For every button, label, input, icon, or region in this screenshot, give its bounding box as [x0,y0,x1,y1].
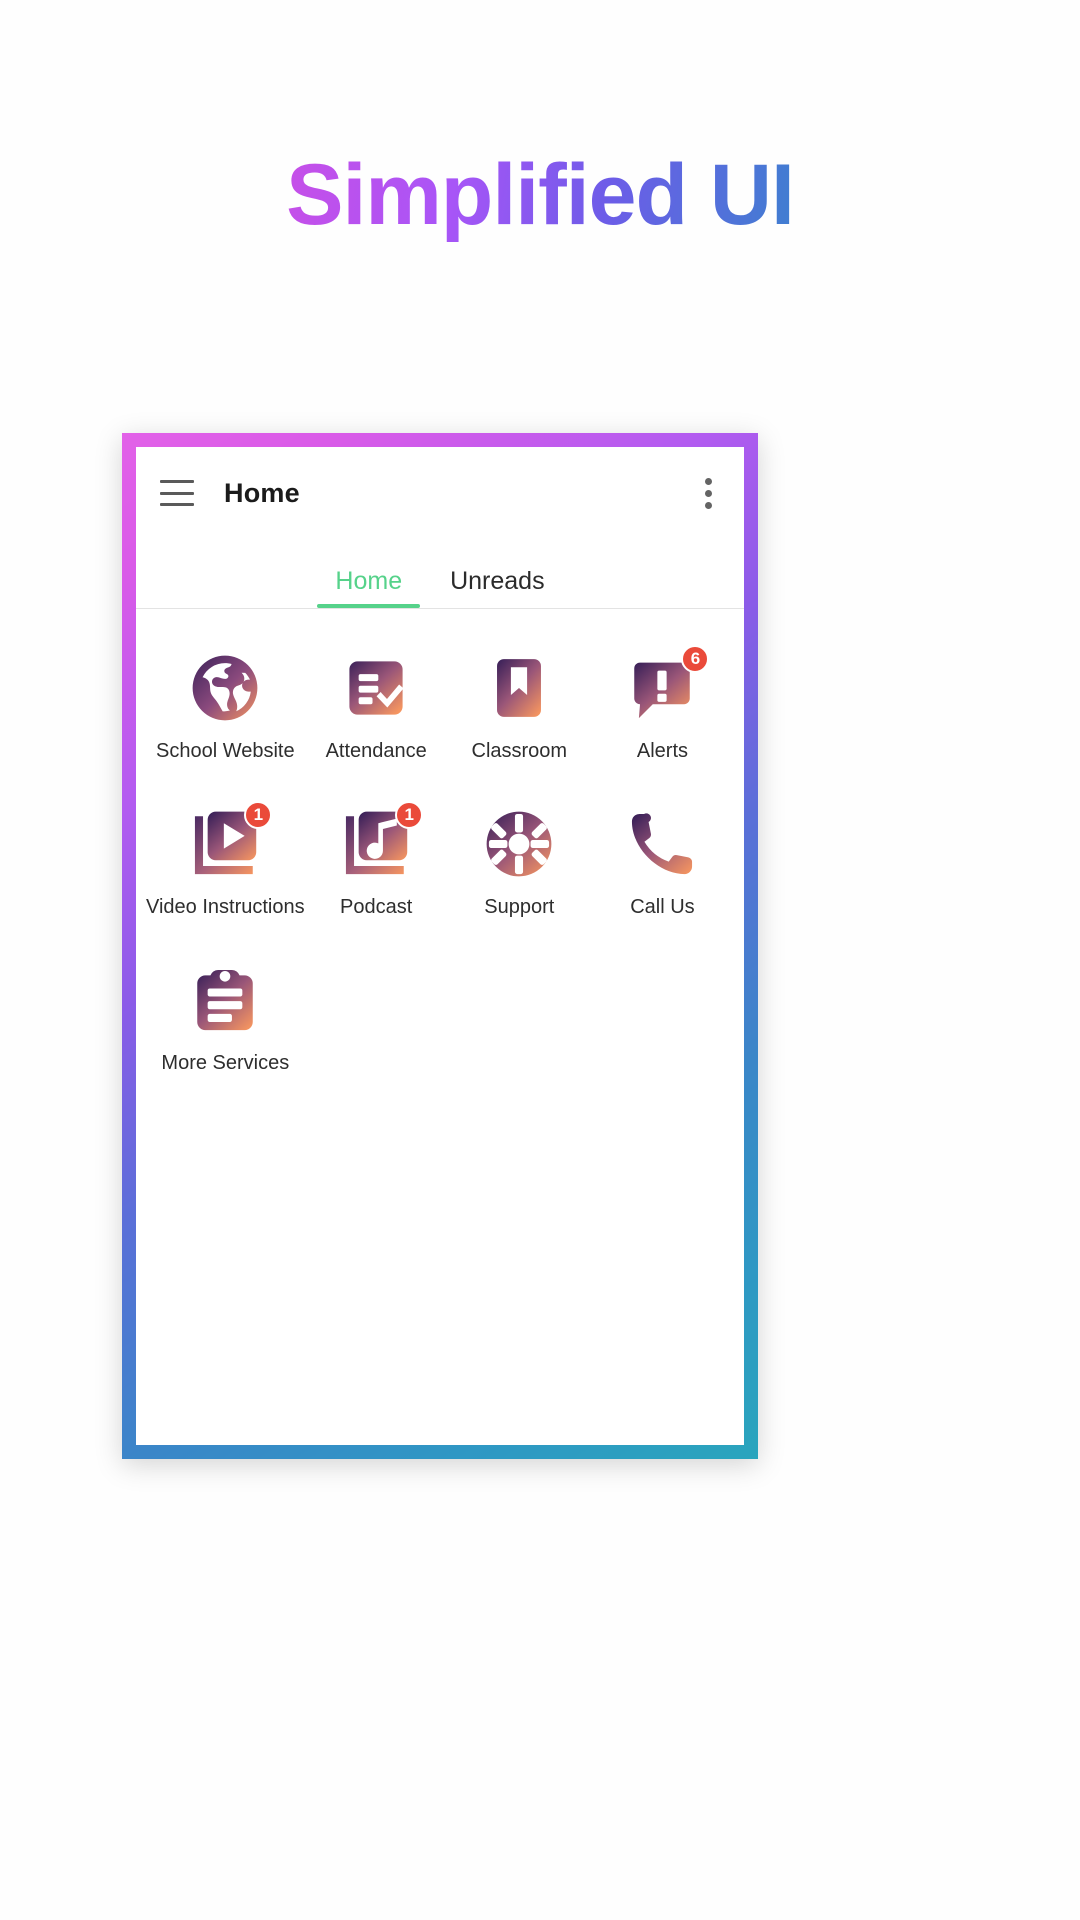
tab-bar: Home Unreads [136,539,744,609]
more-vertical-icon[interactable] [694,473,722,513]
checklist-icon [339,651,413,725]
grid-item-label: Alerts [636,740,688,762]
app-bar-title: Home [224,477,300,508]
grid-item-more-services[interactable]: More Services [146,963,305,1075]
grid-item-support[interactable]: Support [448,807,591,919]
grid-item-label: Classroom [471,740,568,762]
services-grid: School Website Attendance Classroom 6 Al… [136,609,744,1445]
video-library-icon: 1 [188,801,273,881]
grid-item-label: Support [484,896,555,918]
grid-item-video-instructions[interactable]: 1 Video Instructions [146,801,305,919]
lifebuoy-icon [482,807,556,881]
badge-count: 6 [681,645,710,673]
phone-frame: Home Home Unreads School Website Attenda… [122,433,758,1459]
grid-item-call-us[interactable]: Call Us [591,807,734,919]
grid-item-label: Call Us [630,896,695,918]
tab-unreads[interactable]: Unreads [426,569,569,608]
grid-item-label: More Services [161,1052,290,1074]
page-root: Simplified UI Home Home Unreads School W… [0,0,1080,1920]
page-title: Simplified UI [0,148,1080,243]
badge-count: 1 [395,801,424,829]
bookmark-icon [482,651,556,725]
phone-icon [625,807,699,881]
app-bar: Home [136,447,744,539]
badge-count: 1 [244,801,273,829]
grid-item-attendance[interactable]: Attendance [305,651,448,763]
grid-item-school-website[interactable]: School Website [146,651,305,763]
grid-item-podcast[interactable]: 1 Podcast [305,801,448,919]
globe-icon [188,651,262,725]
tab-home[interactable]: Home [311,569,426,608]
grid-item-classroom[interactable]: Classroom [448,651,591,763]
grid-item-label: Attendance [325,740,427,762]
music-library-icon: 1 [339,801,424,881]
grid-item-label: Podcast [340,896,413,918]
phone-screen: Home Home Unreads School Website Attenda… [136,447,744,1445]
clipboard-icon [188,963,262,1037]
hamburger-menu-icon[interactable] [160,480,194,506]
grid-item-alerts[interactable]: 6 Alerts [591,645,734,763]
grid-item-label: Video Instructions [146,896,305,918]
grid-item-label: School Website [156,740,295,762]
alert-bubble-icon: 6 [625,645,710,725]
